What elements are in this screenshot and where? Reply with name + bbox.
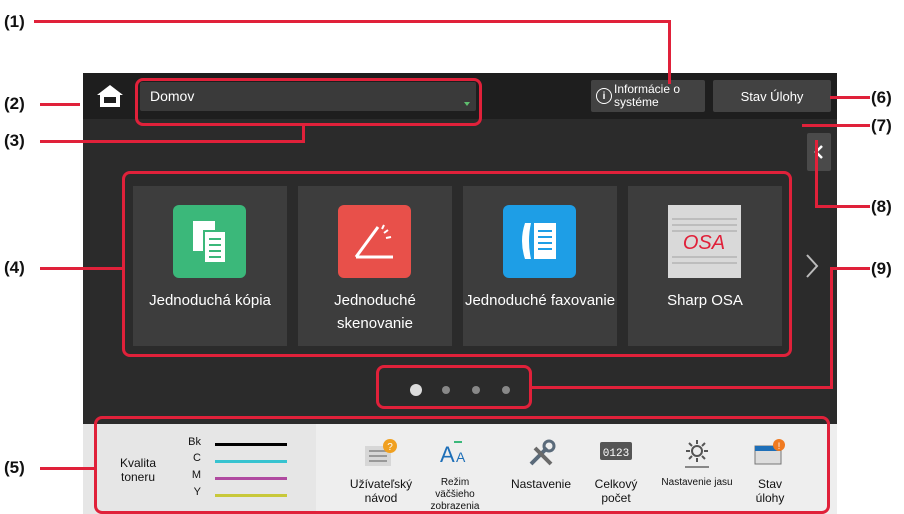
leader-line-6 [830,96,870,99]
callout-box-3 [135,78,482,126]
action-panel-tab[interactable] [807,133,831,171]
callout-label-5: (5) [4,458,25,477]
system-info-button[interactable]: i Informácie o systéme [591,80,705,112]
leader-line-9v [830,267,833,389]
leader-line-8v [815,140,818,208]
callout-box-4 [122,171,792,357]
info-icon: i [596,88,612,104]
callout-label-3: (3) [4,131,25,150]
leader-line-3h [40,140,304,143]
home-icon [97,85,123,107]
home-button[interactable] [91,79,129,113]
leader-line-2 [40,103,80,106]
leader-line-7 [802,124,870,127]
leader-line-8h [815,205,870,208]
job-status-button[interactable]: Stav Úlohy [713,80,831,112]
leader-line-9h [830,267,870,270]
leader-line-5 [40,467,94,470]
callout-label-7: (7) [871,116,892,135]
callout-label-9: (9) [871,259,892,278]
callout-label-1: (1) [4,12,25,31]
callout-label-4: (4) [4,258,25,277]
leader-line-3v [302,124,305,143]
callout-box-5 [94,416,830,514]
leader-line-9b [530,386,833,389]
leader-line-1h [34,20,671,23]
callout-label-6: (6) [871,88,892,107]
leader-line-4 [40,267,122,270]
callout-label-2: (2) [4,94,25,113]
callout-box-9 [376,365,532,409]
chevron-right-icon[interactable] [802,251,822,281]
leader-line-1v [668,20,671,84]
callout-label-8: (8) [871,197,892,216]
system-info-label: Informácie o systéme [614,82,681,109]
